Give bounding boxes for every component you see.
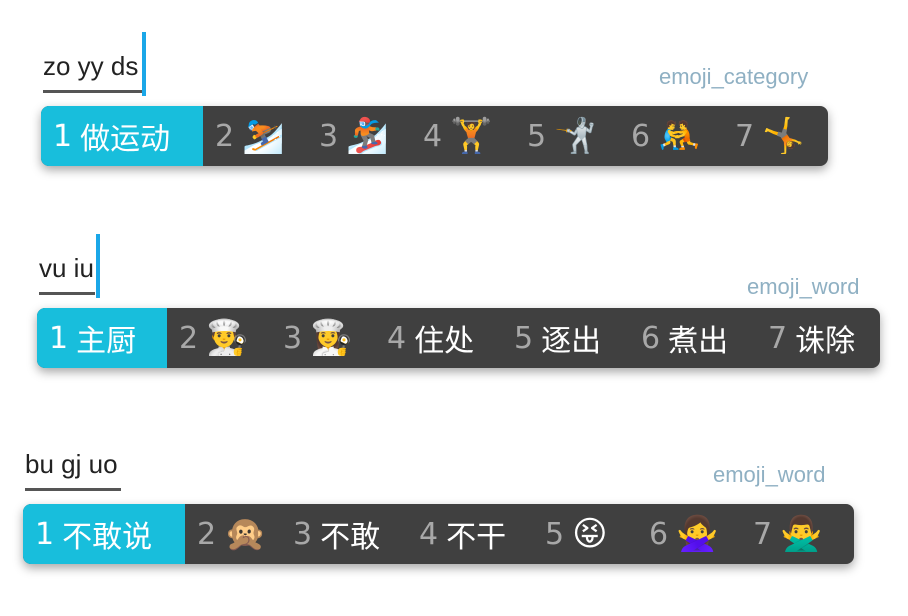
candidate-source-tag: emoji_word	[747, 274, 860, 299]
candidate-3[interactable]: 3 👩‍🍳	[271, 308, 375, 368]
woman-gesturing-no-emoji-icon: 🙅‍♀️	[676, 514, 719, 554]
candidate-4[interactable]: 4 不干	[407, 504, 533, 564]
composition-underline	[25, 488, 121, 491]
candidate-1[interactable]: 1 主厨	[37, 308, 167, 368]
woman-cook-emoji-icon: 👩‍🍳	[310, 318, 353, 358]
candidate-4[interactable]: 4 住处	[375, 308, 502, 368]
candidate-2[interactable]: 2 🙊	[185, 504, 281, 564]
candidate-3[interactable]: 3 不敢	[281, 504, 407, 564]
candidate-6[interactable]: 6 🙅‍♀️	[637, 504, 741, 564]
composition-text: bu gj uo	[25, 449, 118, 479]
text-caret	[96, 234, 100, 298]
candidate-1[interactable]: 1 不敢说	[23, 504, 185, 564]
candidate-5[interactable]: 5 逐出	[502, 308, 629, 368]
candidate-6[interactable]: 6 煮出	[629, 308, 756, 368]
speak-no-evil-monkey-emoji-icon: 🙊	[224, 514, 267, 554]
man-gesturing-no-emoji-icon: 🙅‍♂️	[780, 514, 823, 554]
candidate-2[interactable]: 2 👨‍🍳	[167, 308, 271, 368]
candidate-5[interactable]: 5 😝	[533, 504, 637, 564]
candidate-7[interactable]: 7 诛除	[756, 308, 880, 368]
candidate-7[interactable]: 7 🙅‍♂️	[741, 504, 854, 564]
ime-row-3: bu gj uo emoji_word 1 不敢说 2 🙊 3 不敢 4 不干 …	[0, 0, 908, 564]
squinting-tongue-face-emoji-icon: 😝	[572, 514, 608, 554]
man-cook-emoji-icon: 👨‍🍳	[206, 318, 249, 358]
composition-text: vu iu	[39, 253, 94, 283]
candidate-bar: 1 主厨 2 👨‍🍳 3 👩‍🍳 4 住处 5 逐出 6 煮出 7 诛除	[37, 308, 880, 368]
composition-underline	[39, 292, 95, 295]
candidate-source-tag: emoji_word	[713, 462, 826, 487]
candidate-bar: 1 不敢说 2 🙊 3 不敢 4 不干 5 😝 6 🙅‍♀️ 7 🙅‍♂️	[23, 504, 854, 564]
